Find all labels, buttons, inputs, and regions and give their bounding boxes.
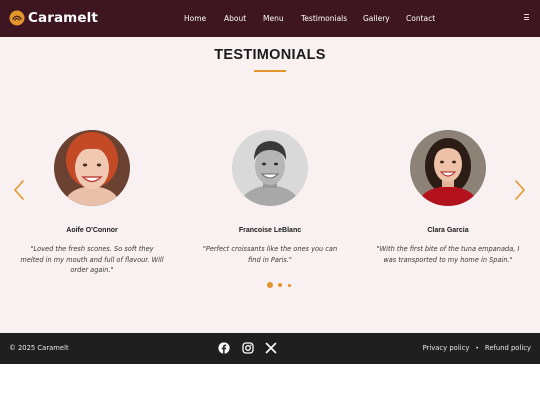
instagram-icon[interactable] bbox=[242, 342, 254, 354]
nav-item-contact[interactable]: Contact bbox=[406, 13, 435, 25]
nav-item-gallery[interactable]: Gallery bbox=[363, 13, 390, 25]
nav-item-testimonials[interactable]: Testimonials bbox=[301, 13, 347, 25]
nav-item-about[interactable]: About bbox=[224, 13, 246, 25]
nav-item-menu[interactable]: Menu bbox=[263, 13, 284, 25]
section-title: TESTIMONIALS bbox=[214, 47, 326, 63]
avatar bbox=[232, 130, 308, 206]
testimonial-card: Aoife O'Connor "Loved the fresh scones. … bbox=[20, 130, 164, 274]
x-icon[interactable] bbox=[265, 342, 277, 354]
testimonial-name: Aoife O'Connor bbox=[66, 227, 118, 234]
site-header: Caramelt Home About Menu Testimonials Ga… bbox=[0, 0, 540, 37]
privacy-policy-link[interactable]: Privacy policy bbox=[423, 343, 470, 354]
hamburger-icon[interactable] bbox=[524, 14, 530, 21]
testimonial-name: Clara Garcia bbox=[427, 227, 469, 234]
avatar bbox=[410, 130, 486, 206]
site-footer: © 2025 Caramelt Privacy policy • Refund … bbox=[0, 333, 540, 364]
testimonial-quote: "With the first bite of the tuna empanad… bbox=[376, 245, 520, 264]
nav-item-home[interactable]: Home bbox=[184, 13, 206, 25]
pagination-dot-active[interactable] bbox=[267, 282, 273, 288]
facebook-icon[interactable] bbox=[218, 342, 230, 354]
pagination-dot[interactable] bbox=[288, 284, 291, 287]
link-separator: • bbox=[475, 345, 479, 352]
copyright-text: © 2025 Caramelt bbox=[9, 344, 69, 352]
testimonial-quote: "Loved the fresh scones. So soft they me… bbox=[20, 245, 164, 275]
title-underline bbox=[254, 70, 286, 72]
testimonial-card: Francoise LeBlanc "Perfect croissants li… bbox=[200, 130, 340, 264]
pagination-dot[interactable] bbox=[278, 283, 282, 287]
footer-links: Privacy policy • Refund policy bbox=[423, 343, 531, 354]
testimonials-section: TESTIMONIALS Aoife O'Connor "Loved the f… bbox=[0, 37, 540, 333]
testimonial-name: Francoise LeBlanc bbox=[238, 227, 302, 234]
testimonial-card: Clara Garcia "With the first bite of the… bbox=[377, 130, 519, 264]
avatar bbox=[54, 130, 130, 206]
testimonial-quote: "Perfect croissants like the ones you ca… bbox=[202, 245, 338, 264]
refund-policy-link[interactable]: Refund policy bbox=[485, 343, 531, 354]
main-nav: Home About Menu Testimonials Gallery Con… bbox=[0, 13, 540, 25]
carousel-pagination bbox=[0, 281, 540, 289]
